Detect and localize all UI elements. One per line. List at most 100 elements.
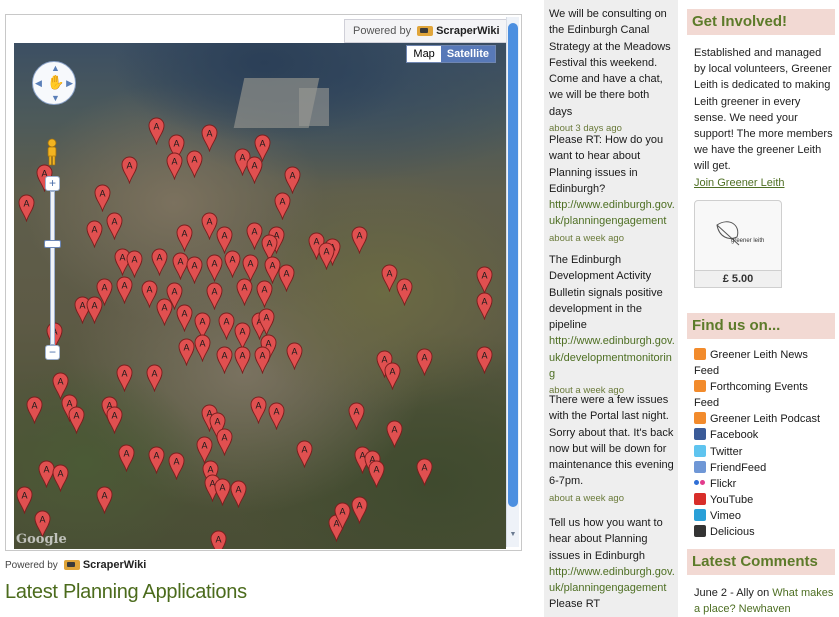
map-marker[interactable]: A [318, 242, 335, 270]
social-link-flickr[interactable]: Flickr [694, 476, 834, 492]
map-marker[interactable]: A [176, 224, 193, 252]
social-link-twitter[interactable]: Twitter [694, 444, 834, 460]
map-marker[interactable]: A [86, 220, 103, 248]
map-marker[interactable]: A [18, 194, 35, 222]
pegman-icon[interactable] [46, 138, 58, 166]
pan-up-icon[interactable]: ▲ [51, 63, 60, 73]
map-marker[interactable]: A [214, 478, 231, 506]
tweet-link[interactable]: http://www.edinburgh.gov.uk/planningenga… [549, 199, 675, 227]
zoom-out-button[interactable]: − [45, 345, 60, 360]
zoom-in-button[interactable]: + [45, 176, 60, 191]
map-marker[interactable]: A [96, 486, 113, 514]
map-marker[interactable]: A [296, 440, 313, 468]
zoom-slider-handle[interactable] [44, 240, 61, 248]
map-marker[interactable]: A [206, 282, 223, 310]
map-marker[interactable]: A [246, 156, 263, 184]
map-marker[interactable]: A [334, 502, 351, 530]
map-marker[interactable]: A [256, 280, 273, 308]
map-marker[interactable]: A [106, 406, 123, 434]
map-marker[interactable]: A [194, 334, 211, 362]
map-marker[interactable]: A [116, 276, 133, 304]
map-marker[interactable]: A [186, 256, 203, 284]
map-marker[interactable]: A [52, 464, 69, 492]
social-link-facebook[interactable]: Facebook [694, 427, 834, 443]
map-marker[interactable]: A [94, 184, 111, 212]
map-marker[interactable]: A [156, 298, 173, 326]
map-marker[interactable]: A [146, 364, 163, 392]
social-link-podcast[interactable]: Greener Leith Podcast [694, 411, 834, 427]
map-marker[interactable]: A [218, 312, 235, 340]
zoom-slider[interactable] [50, 191, 55, 345]
map-marker[interactable]: A [216, 346, 233, 374]
map-marker[interactable]: A [148, 117, 165, 145]
tweet-link[interactable]: http://www.edinburgh.gov.uk/planningenga… [549, 566, 675, 594]
map-marker[interactable]: A [284, 166, 301, 194]
map-marker[interactable]: A [254, 346, 271, 374]
powered-by-badge[interactable]: Powered by ScraperWiki [344, 19, 512, 43]
map-marker[interactable]: A [148, 446, 165, 474]
map-marker[interactable]: A [210, 530, 227, 549]
map-marker[interactable]: A [286, 342, 303, 370]
map-marker[interactable]: A [384, 362, 401, 390]
join-link[interactable]: Join Greener Leith [694, 177, 785, 189]
map-marker[interactable]: A [168, 452, 185, 480]
social-link-news-feed[interactable]: Greener Leith News Feed [694, 347, 834, 379]
map-marker[interactable]: A [230, 480, 247, 508]
pan-down-icon[interactable]: ▼ [51, 93, 60, 103]
map-marker[interactable]: A [476, 266, 493, 294]
map-marker[interactable]: A [368, 460, 385, 488]
map-marker[interactable]: A [106, 212, 123, 240]
map-marker[interactable]: A [236, 278, 253, 306]
pan-right-icon[interactable]: ▶ [66, 78, 73, 89]
map-marker[interactable]: A [476, 292, 493, 320]
map-marker[interactable]: A [201, 124, 218, 152]
social-link-events-feed[interactable]: Forthcoming Events Feed [694, 379, 834, 411]
map-marker[interactable]: A [234, 346, 251, 374]
map-marker[interactable]: A [16, 486, 33, 514]
map-marker[interactable]: A [151, 248, 168, 276]
map-marker[interactable]: A [476, 346, 493, 374]
social-link-delicious[interactable]: Delicious [694, 524, 834, 540]
map-marker[interactable]: A [250, 396, 267, 424]
scroll-down-icon[interactable]: ▼ [508, 531, 518, 541]
map-scrollbar[interactable]: ▼ [506, 17, 519, 547]
map-marker[interactable]: A [121, 156, 138, 184]
social-link-youtube[interactable]: YouTube [694, 492, 834, 508]
social-link-vimeo[interactable]: Vimeo [694, 508, 834, 524]
map-marker[interactable]: A [278, 264, 295, 292]
map-marker[interactable]: A [348, 402, 365, 430]
map-marker[interactable]: A [416, 458, 433, 486]
map-marker[interactable]: A [416, 348, 433, 376]
map-marker[interactable]: A [396, 278, 413, 306]
powered-by-footer[interactable]: Powered by ScraperWiki [5, 559, 146, 571]
social-link-friendfeed[interactable]: FriendFeed [694, 460, 834, 476]
map-marker[interactable]: A [351, 496, 368, 524]
map-marker[interactable]: A [258, 308, 275, 336]
map-marker[interactable]: A [186, 150, 203, 178]
map-marker[interactable]: A [176, 304, 193, 332]
map-marker[interactable]: A [216, 428, 233, 456]
map-marker[interactable]: A [351, 226, 368, 254]
donate-price[interactable]: £ 5.00 [694, 270, 782, 288]
map-marker[interactable]: A [26, 396, 43, 424]
satellite-map[interactable]: AAAAAAAAAAAAAAAAAAAAAAAAAAAAAAAAAAAAAAAA… [14, 43, 506, 549]
pan-left-icon[interactable]: ◀ [35, 78, 42, 89]
map-marker[interactable]: A [116, 364, 133, 392]
map-marker[interactable]: A [178, 338, 195, 366]
map-marker[interactable]: A [274, 192, 291, 220]
map-marker[interactable]: A [268, 402, 285, 430]
map-marker[interactable]: A [166, 152, 183, 180]
tweet-link[interactable]: http://www.edinburgh.gov.uk/developmentm… [549, 335, 675, 380]
map-marker[interactable]: A [86, 296, 103, 324]
map-marker[interactable]: A [224, 250, 241, 278]
pan-control[interactable]: ▲ ▼ ◀ ▶ ✋ [32, 61, 76, 105]
map-marker[interactable]: A [118, 444, 135, 472]
tweet-time[interactable]: about a week ago [549, 233, 624, 244]
satellite-view-button[interactable]: Satellite [440, 46, 495, 62]
map-marker[interactable]: A [386, 420, 403, 448]
map-marker[interactable]: A [68, 406, 85, 434]
tweet-time[interactable]: about a week ago [549, 493, 624, 504]
map-marker[interactable]: A [206, 254, 223, 282]
map-marker[interactable]: A [126, 250, 143, 278]
scrollbar-thumb[interactable] [508, 23, 518, 507]
